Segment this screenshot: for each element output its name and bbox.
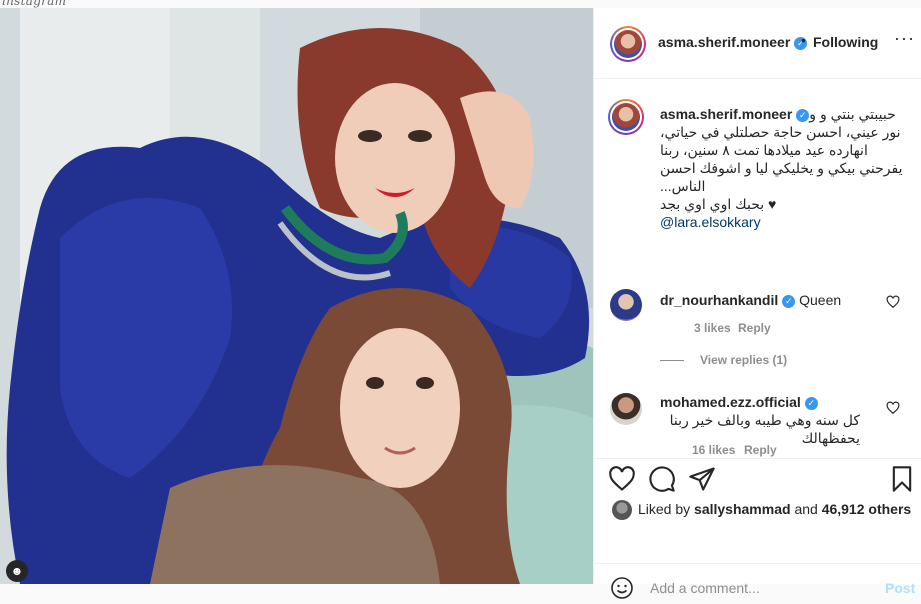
author-avatar[interactable] xyxy=(610,26,646,62)
verified-badge-icon: ✓ xyxy=(804,397,818,410)
caption-mention-link[interactable]: @lara.elsokkary xyxy=(660,213,908,231)
heart-icon[interactable] xyxy=(608,465,636,493)
comment-reply-button[interactable]: Reply xyxy=(738,321,771,335)
comment-likes-count[interactable]: 16 likes xyxy=(692,443,735,457)
liker-username[interactable]: sallyshammad xyxy=(694,501,791,517)
view-replies-button[interactable]: View replies (1) xyxy=(700,353,787,367)
caption-username-text[interactable]: asma.sherif.moneer xyxy=(660,106,792,122)
comment-text: كل سنه وهي طيبه وبالف خير ربنا يحفظهالك xyxy=(669,412,860,446)
post-photo-illustration xyxy=(0,8,593,584)
likes-text: Liked by sallyshammad and 46,912 others xyxy=(638,501,911,517)
header-separator: • xyxy=(801,32,806,48)
likes-count-link[interactable]: 46,912 others xyxy=(822,501,912,517)
commenter-username-text[interactable]: mohamed.ezz.official xyxy=(660,394,801,410)
verified-badge-icon: ✓ xyxy=(796,109,810,122)
add-comment-input[interactable]: Add a comment... xyxy=(650,580,760,596)
caption-author-avatar[interactable] xyxy=(608,99,644,135)
commenter-username-text[interactable]: dr_nourhankandil xyxy=(660,292,778,308)
following-button[interactable]: Following xyxy=(813,34,878,50)
likes-prefix: Liked by xyxy=(638,501,691,517)
post-action-bar xyxy=(594,458,921,499)
page-top-partial-text: instagram xyxy=(2,0,67,8)
caption-text-line2: ♥ بحبك اوي اوي بجد xyxy=(660,196,777,212)
post-photo[interactable]: ☻ xyxy=(0,8,593,584)
likes-conjunction: and xyxy=(794,501,818,517)
caption-row: asma.sherif.moneer ✓ حبيبتي بنتي و و نور … xyxy=(594,99,921,249)
comment-row: mohamed.ezz.official ✓ كل سنه وهي طيبه وب… xyxy=(594,387,921,458)
post-header: asma.sherif.moneer ✓ • Following ··· xyxy=(594,8,921,79)
share-icon[interactable] xyxy=(688,465,716,493)
verified-badge-icon: ✓ xyxy=(782,295,796,308)
commenter-username[interactable]: mohamed.ezz.official ✓ xyxy=(660,393,818,411)
comment-text: Queen xyxy=(799,292,842,308)
commenter-avatar[interactable] xyxy=(610,393,642,425)
caption-username[interactable]: asma.sherif.moneer ✓ xyxy=(660,105,810,123)
comment-likes-count[interactable]: 3 likes xyxy=(694,321,731,335)
comment-icon[interactable] xyxy=(648,465,676,493)
tagged-user-icon[interactable]: ☻ xyxy=(6,560,28,582)
commenter-username[interactable]: dr_nourhankandil ✓ xyxy=(660,292,796,308)
page-top-strip: instagram xyxy=(0,0,921,8)
comment-like-heart-icon[interactable] xyxy=(886,295,900,309)
comment-reply-button[interactable]: Reply xyxy=(744,443,777,457)
comment-body: mohamed.ezz.official ✓ كل سنه وهي طيبه وب… xyxy=(660,393,908,447)
emoji-icon[interactable] xyxy=(610,576,634,600)
more-options-icon[interactable]: ··· xyxy=(894,28,915,49)
comment-body: dr_nourhankandil ✓ Queen xyxy=(660,291,908,309)
author-username-text[interactable]: asma.sherif.moneer xyxy=(658,34,790,50)
caption-body: asma.sherif.moneer ✓ حبيبتي بنتي و و نور … xyxy=(660,105,908,231)
comment-like-heart-icon[interactable] xyxy=(886,401,900,415)
view-replies-line xyxy=(660,360,684,361)
bookmark-icon[interactable] xyxy=(888,465,916,493)
commenter-avatar[interactable] xyxy=(610,289,642,321)
author-username[interactable]: asma.sherif.moneer ✓ xyxy=(658,34,808,50)
liker-avatar[interactable] xyxy=(612,500,632,520)
post-side-panel: asma.sherif.moneer ✓ • Following ··· asma… xyxy=(593,8,921,599)
comment-row: dr_nourhankandil ✓ Queen 3 likes Reply Vi… xyxy=(594,285,921,375)
likes-summary: Liked by sallyshammad and 46,912 others xyxy=(594,498,921,528)
comments-list[interactable]: asma.sherif.moneer ✓ حبيبتي بنتي و و نور … xyxy=(594,79,921,458)
post-comment-button[interactable]: Post xyxy=(885,580,915,596)
